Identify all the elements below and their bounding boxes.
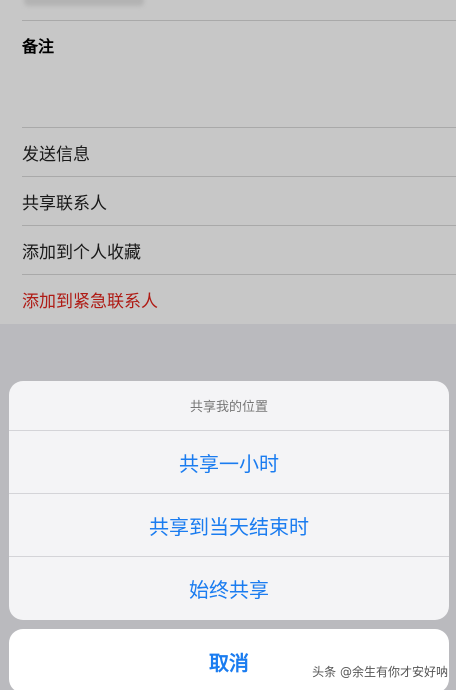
share-location-action-sheet: 共享我的位置 共享一小时 共享到当天结束时 始终共享 (9, 381, 449, 620)
share-until-end-of-day-button[interactable]: 共享到当天结束时 (9, 494, 449, 557)
action-sheet-title: 共享我的位置 (9, 381, 449, 431)
watermark: 头条 @余生有你才安好呐 (312, 665, 448, 679)
share-one-hour-button[interactable]: 共享一小时 (9, 431, 449, 494)
cancel-button[interactable]: 取消 (9, 629, 449, 690)
share-indefinitely-button[interactable]: 始终共享 (9, 557, 449, 620)
